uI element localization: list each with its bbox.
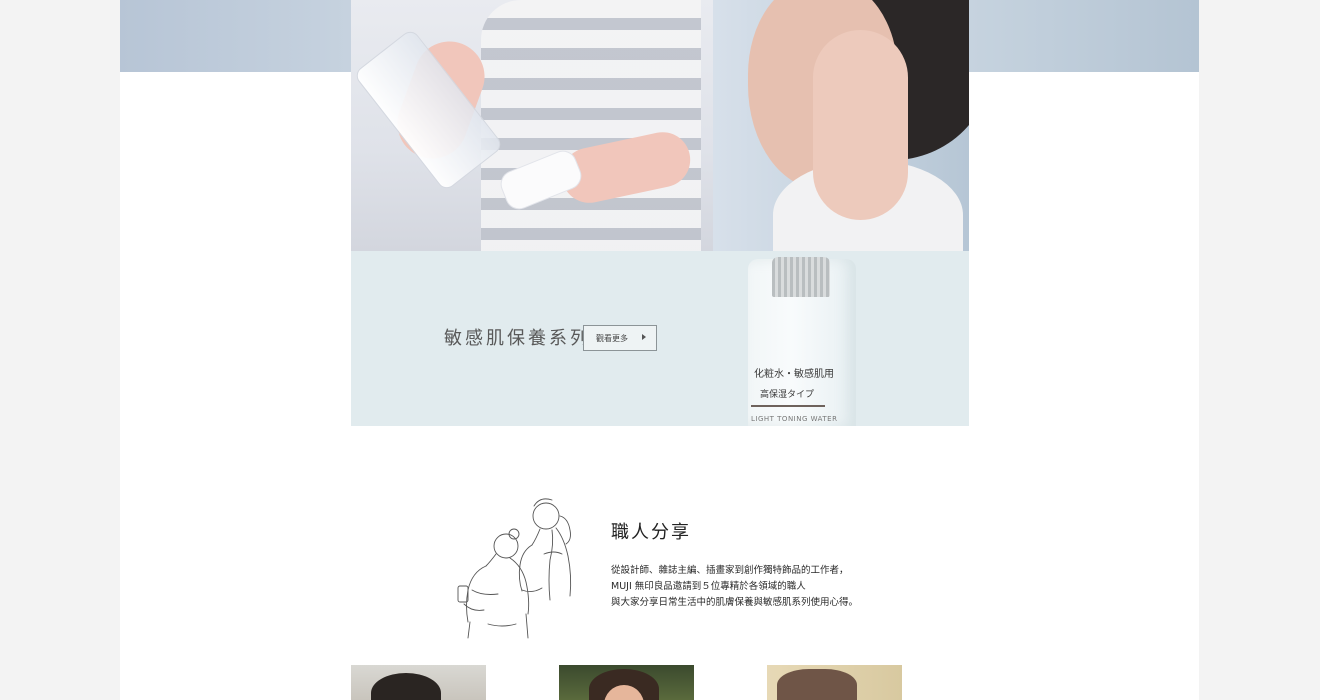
- banner-strip-right: [969, 0, 1199, 72]
- description-line: MUJI 無印良品邀請到５位專精於各領域的職人: [611, 581, 806, 592]
- artisan-portrait-1[interactable]: [351, 665, 486, 700]
- description-line: 與大家分享日常生活中的肌膚保養與敏感肌系列使用心得。: [611, 597, 859, 608]
- striped-shirt: [481, 0, 701, 251]
- hand-on-cheek: [813, 30, 908, 220]
- bottle-label-line3: LIGHT TONING WATER: [751, 415, 838, 423]
- view-more-button[interactable]: 觀看更多: [583, 325, 657, 351]
- product-banner: 敏感肌保養系列 觀看更多 化粧水・敏感肌用 高保湿タイプ LIGHT TONIN…: [351, 251, 969, 426]
- arrow-right-icon: [642, 334, 646, 340]
- face-care-photo: [713, 0, 969, 251]
- bottle-label-divider: [751, 405, 825, 407]
- bottle-label-line2: 高保湿タイプ: [760, 390, 815, 400]
- banner-strip-left: [120, 0, 351, 72]
- artisan-share-title: 職人分享: [611, 522, 691, 543]
- bottle-cap: [772, 257, 830, 297]
- artisan-share-description: 從設計師、雜誌主編、插畫家到創作獨特飾品的工作者， MUJI 無印良品邀請到５位…: [611, 563, 858, 611]
- portrait-head: [371, 673, 441, 700]
- artisans-line-illustration: [457, 498, 572, 639]
- portrait-hat: [777, 669, 857, 700]
- artisan-portrait-3[interactable]: [767, 665, 902, 700]
- artisan-portrait-2[interactable]: [559, 665, 694, 700]
- toner-pouring-photo: [351, 0, 713, 251]
- bottle-label-line1: 化粧水・敏感肌用: [754, 369, 834, 380]
- view-more-label: 觀看更多: [596, 333, 628, 343]
- series-title: 敏感肌保養系列: [444, 328, 591, 349]
- description-line: 從設計師、雜誌主編、插畫家到創作獨特飾品的工作者，: [611, 565, 849, 576]
